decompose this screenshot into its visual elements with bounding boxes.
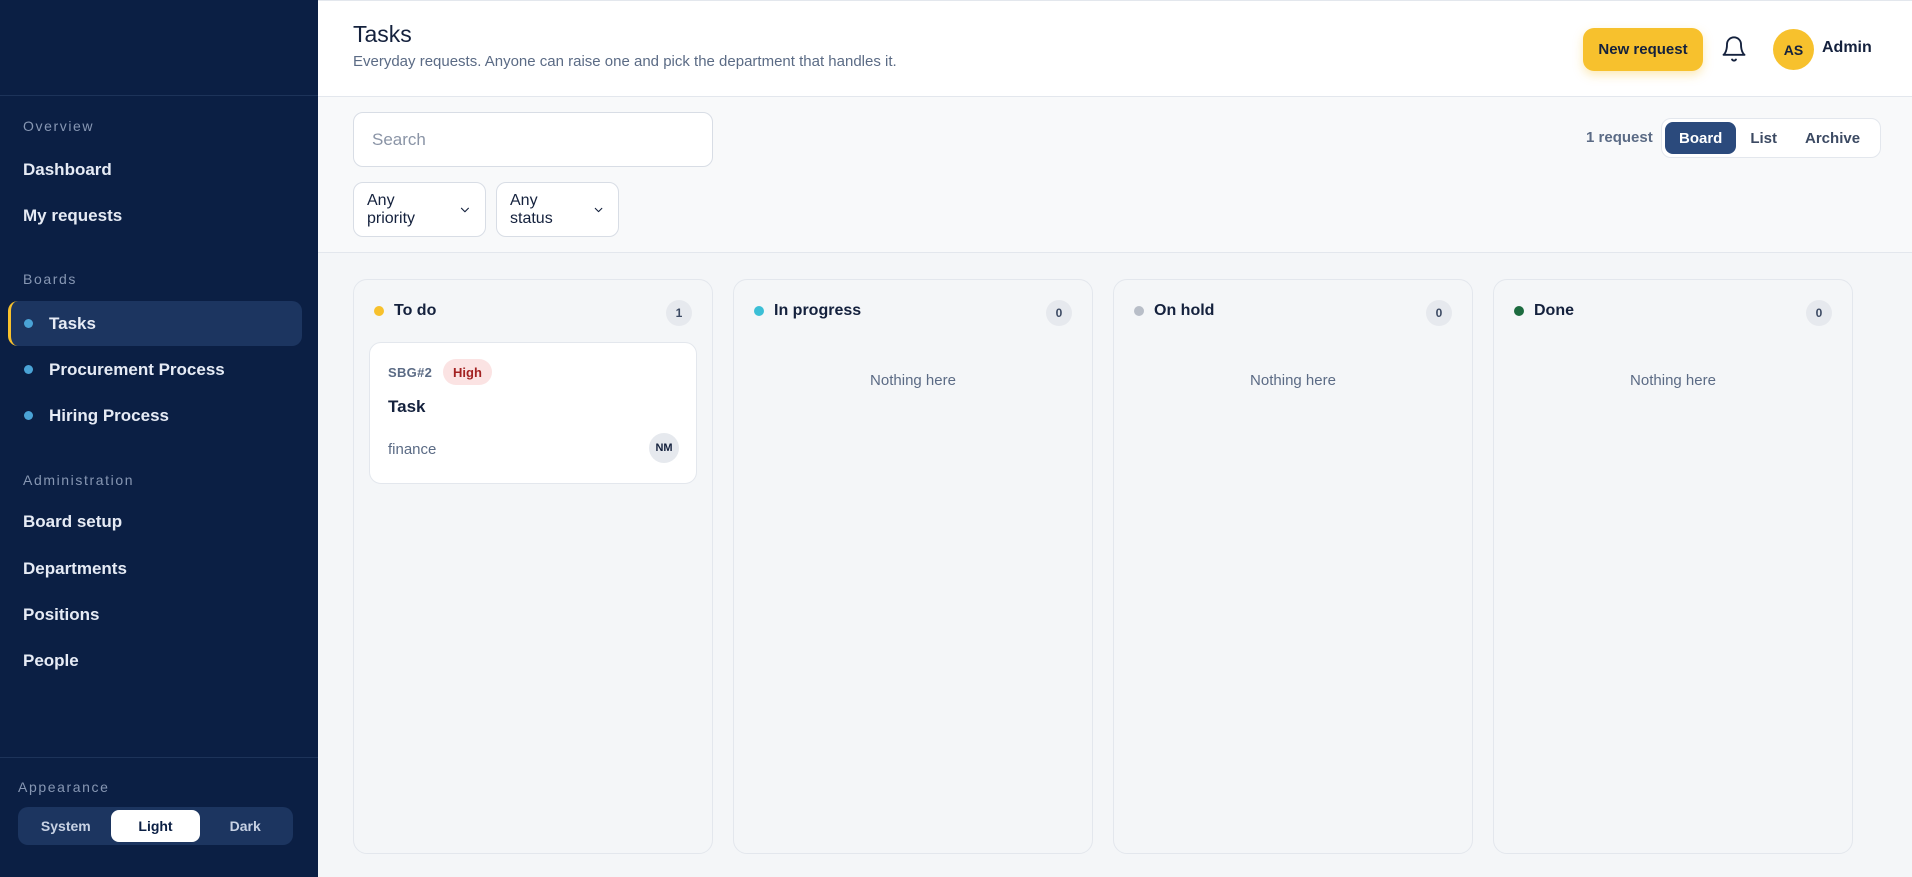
- filter-toolbar: Any priority Any status 1 request Board …: [318, 97, 1912, 253]
- status-filter-value: Any status: [510, 191, 553, 227]
- nav-item-positions[interactable]: Positions: [23, 605, 100, 625]
- task-title: Task: [388, 397, 426, 416]
- appearance-option-system[interactable]: System: [21, 810, 111, 842]
- status-dot-icon: [1134, 306, 1144, 316]
- chevron-down-icon: [461, 207, 470, 212]
- priority-badge: High: [443, 359, 492, 385]
- column-count-badge: 0: [1426, 300, 1452, 326]
- chevron-down-icon: [594, 207, 603, 212]
- board-dot-icon: [24, 411, 33, 420]
- sidebar-item-hiring-process[interactable]: Hiring Process: [8, 393, 302, 438]
- user-avatar[interactable]: AS: [1773, 29, 1814, 70]
- section-label-administration: Administration: [23, 472, 135, 488]
- board-column-in-progress: In progress 0 Nothing here: [733, 279, 1093, 854]
- appearance-option-light[interactable]: Light: [110, 810, 201, 842]
- status-dot-icon: [754, 306, 764, 316]
- view-tab-archive[interactable]: Archive: [1791, 122, 1874, 154]
- status-dot-icon: [1514, 306, 1524, 316]
- board-column-done: Done 0 Nothing here: [1493, 279, 1853, 854]
- column-title: On hold: [1154, 302, 1215, 319]
- column-title: To do: [394, 302, 437, 319]
- view-tab-board[interactable]: Board: [1665, 122, 1737, 154]
- priority-filter-dropdown[interactable]: Any priority: [353, 182, 486, 237]
- user-name[interactable]: Admin: [1822, 39, 1872, 57]
- view-tab-list[interactable]: List: [1736, 122, 1791, 154]
- column-header: To do: [374, 302, 436, 320]
- board-column-on-hold: On hold 0 Nothing here: [1113, 279, 1473, 854]
- nav-item-board-setup[interactable]: Board setup: [23, 512, 122, 532]
- bell-icon[interactable]: [1720, 35, 1748, 63]
- empty-column-text: Nothing here: [1630, 372, 1716, 389]
- status-filter-dropdown[interactable]: Any status: [496, 182, 619, 237]
- page-subtitle: Everyday requests. Anyone can raise one …: [353, 53, 897, 70]
- sidebar-item-label: Tasks: [49, 313, 96, 333]
- sidebar-item-label: Hiring Process: [49, 405, 169, 425]
- sidebar-divider: [0, 757, 318, 758]
- empty-column-text: Nothing here: [870, 372, 956, 389]
- appearance-label: Appearance: [18, 779, 110, 795]
- column-header: In progress: [754, 302, 861, 320]
- sidebar-brand-area: [0, 0, 318, 96]
- column-header: Done: [1514, 302, 1574, 320]
- nav-item-people[interactable]: People: [23, 651, 79, 671]
- nav-item-my-requests[interactable]: My requests: [23, 206, 122, 226]
- column-header: On hold: [1134, 302, 1214, 320]
- empty-column-text: Nothing here: [1250, 372, 1336, 389]
- appearance-toggle: System Light Dark: [18, 807, 293, 845]
- page-title: Tasks: [353, 21, 412, 47]
- request-count: 1 request: [1586, 129, 1653, 146]
- column-count-badge: 0: [1046, 300, 1072, 326]
- section-label-boards: Boards: [23, 271, 77, 287]
- board-dot-icon: [24, 365, 33, 374]
- search-input[interactable]: [353, 112, 713, 167]
- nav-item-dashboard[interactable]: Dashboard: [23, 160, 112, 180]
- view-switcher: Board List Archive: [1661, 118, 1881, 158]
- section-label-overview: Overview: [23, 118, 95, 134]
- priority-filter-value: Any priority: [367, 191, 416, 227]
- sidebar-item-label: Procurement Process: [49, 359, 225, 379]
- sidebar-item-tasks[interactable]: Tasks: [8, 301, 302, 346]
- nav-item-departments[interactable]: Departments: [23, 559, 127, 579]
- column-count-badge: 0: [1806, 300, 1832, 326]
- board-dot-icon: [24, 319, 33, 328]
- new-request-button[interactable]: New request: [1583, 28, 1703, 71]
- task-card[interactable]: SBG#2 High Task finance NM: [369, 342, 697, 484]
- column-title: In progress: [774, 302, 862, 319]
- sidebar: Overview Dashboard My requests Boards Ta…: [0, 0, 318, 877]
- task-department: finance: [388, 441, 437, 458]
- sidebar-item-procurement-process[interactable]: Procurement Process: [8, 347, 302, 392]
- assignee-avatar: NM: [649, 433, 679, 463]
- task-key: SBG#2: [388, 365, 433, 380]
- status-dot-icon: [374, 306, 384, 316]
- board-column-todo: To do 1 SBG#2 High Task finance NM: [353, 279, 713, 854]
- page-header: Tasks Everyday requests. Anyone can rais…: [318, 0, 1912, 97]
- column-count-badge: 1: [666, 300, 692, 326]
- appearance-option-dark[interactable]: Dark: [200, 810, 290, 842]
- column-title: Done: [1534, 302, 1574, 319]
